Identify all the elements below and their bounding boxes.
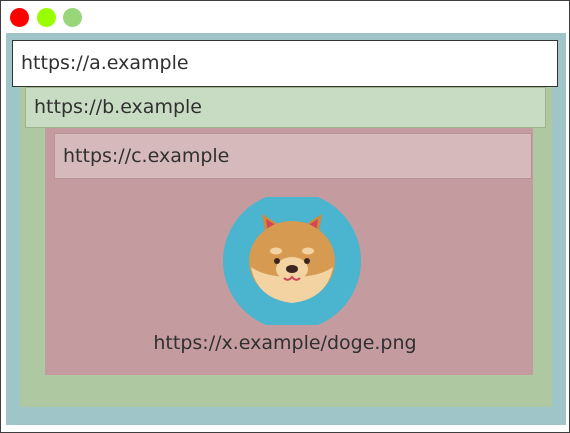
shiba-dog-icon [223,192,361,330]
url-bar-a[interactable]: https://a.example [12,40,558,87]
maximize-button[interactable] [63,8,82,27]
url-bar-b[interactable]: https://b.example [25,87,546,128]
minimize-button[interactable] [37,8,56,27]
url-bar-c[interactable]: https://c.example [54,133,532,179]
dog-image [222,192,363,330]
url-b-text: https://b.example [34,96,202,118]
url-a-text: https://a.example [21,52,189,74]
browser-window: https://a.example https://b.example http… [0,0,570,433]
url-c-text: https://c.example [63,144,230,167]
image-caption: https://x.example/doge.png [153,332,417,354]
close-button[interactable] [10,8,29,27]
